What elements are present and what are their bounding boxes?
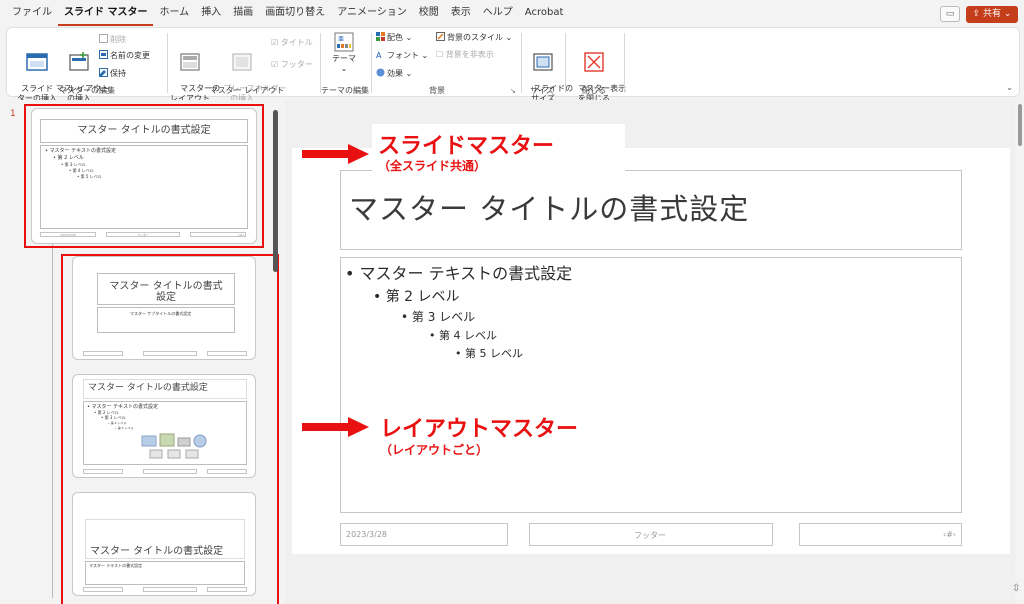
hide-bg-label: 背景を非表示 [445, 50, 494, 59]
body-level-5[interactable]: • 第 5 レベル [455, 345, 523, 361]
checkbox-icon: ☑ [271, 60, 279, 69]
group-label-close: 閉じる [582, 86, 606, 95]
footer-checkbox[interactable]: ☑ フッター [271, 60, 313, 70]
share-icon: ⇪ [972, 9, 981, 19]
menu-help[interactable]: ヘルプ [477, 0, 519, 26]
chevron-down-icon: ⌄ [340, 64, 348, 73]
group-label-background: 背景 [429, 86, 445, 95]
share-label: 共有 [982, 9, 1001, 19]
group-label-edit-master: マスターの編集 [59, 86, 115, 95]
delete-label: 削除 [110, 35, 126, 44]
layout-master-callout: レイアウトマスター [380, 417, 579, 442]
rename-icon [99, 50, 108, 59]
hide-bg-checkbox[interactable]: ☐ 背景を非表示 [436, 50, 494, 60]
menu-transitions[interactable]: 画面切り替え [259, 0, 331, 26]
slide-size-icon [533, 53, 553, 71]
menu-home[interactable]: ホーム [153, 0, 195, 26]
themes-button[interactable]: 亜 テーマ ⌄ [325, 32, 363, 74]
colors-icon [376, 32, 385, 41]
body-level-1[interactable]: • マスター テキストの書式設定 [345, 260, 572, 284]
footer-center-text: フッター [634, 531, 666, 540]
editor-scrollbar[interactable] [1018, 104, 1022, 146]
footer-date-text: 2023/3/28 [346, 530, 388, 539]
bg-styles-label: 背景のスタイル [447, 33, 503, 42]
master-title-text[interactable]: マスター タイトルの書式設定 [349, 186, 749, 228]
menu-insert[interactable]: 挿入 [195, 0, 227, 26]
ribbon: スライド マス ターの挿入 レイアウト の挿入 削除 名前の変更 保持 マスター… [6, 27, 1020, 103]
slide-number-placeholder[interactable] [799, 523, 962, 546]
share-button[interactable]: ⇪ 共有 ⌄ [966, 6, 1018, 23]
themes-label: テーマ [332, 54, 356, 63]
thumbnail-scrollbar[interactable] [273, 110, 278, 272]
menu-view[interactable]: 表示 [445, 0, 477, 26]
layout-highlight-frame [61, 254, 279, 604]
fonts-icon: A [376, 51, 382, 59]
footer-check-label: フッター [280, 60, 313, 69]
tree-connector [52, 242, 53, 598]
preserve-label: 保持 [110, 69, 126, 78]
menu-review[interactable]: 校閲 [413, 0, 445, 26]
body-level-2[interactable]: • 第 2 レベル [373, 286, 460, 306]
body-level-3[interactable]: • 第 3 レベル [401, 308, 475, 325]
delete-button[interactable]: 削除 [99, 34, 126, 45]
group-label-master-layout: マスター レイアウト [209, 86, 285, 95]
layout-icon [69, 52, 89, 71]
colors-button[interactable]: 配色 ⌄ [376, 32, 412, 43]
checkbox-icon: ☐ [436, 50, 444, 59]
close-master-icon [584, 52, 604, 72]
rename-button[interactable]: 名前の変更 [99, 50, 150, 61]
menu-file[interactable]: ファイル [6, 0, 58, 26]
ribbon-separator [167, 33, 168, 93]
fit-slide-icon[interactable]: ⇳ [1012, 583, 1020, 594]
comment-icon: ▭ [945, 9, 955, 19]
themes-icon: 亜 [334, 32, 354, 52]
placeholder-icon [232, 53, 252, 71]
rename-label: 名前の変更 [110, 51, 150, 60]
bg-styles-button[interactable]: 背景のスタイル ⌄ [436, 32, 512, 43]
footer-number-text: ‹#› [943, 530, 957, 539]
checkbox-icon: ☑ [271, 38, 279, 47]
effects-icon [376, 68, 385, 77]
title-checkbox[interactable]: ☑ タイトル [271, 38, 313, 48]
effects-label: 効果 [387, 69, 403, 78]
fonts-button[interactable]: A フォント ⌄ [376, 50, 428, 61]
ribbon-separator [320, 33, 321, 93]
editor-scrollbar-track [1016, 100, 1024, 604]
slide-master-callout-sub: （全スライド共通） [378, 159, 487, 173]
ribbon-separator [521, 33, 522, 93]
master-layout-icon [180, 53, 200, 71]
slide-master-icon [26, 53, 48, 71]
layout-master-callout-sub: （レイアウトごと） [380, 443, 489, 457]
colors-label: 配色 [387, 33, 403, 42]
preserve-button[interactable]: 保持 [99, 68, 126, 79]
chevron-down-icon: ⌄ [1003, 9, 1012, 19]
menu-acrobat[interactable]: Acrobat [519, 0, 570, 26]
group-label-size: サイズ [530, 86, 554, 95]
collapse-ribbon-icon[interactable]: ⌄ [1006, 83, 1013, 92]
effects-button[interactable]: 効果 ⌄ [376, 68, 412, 79]
ribbon-separator [371, 33, 372, 93]
ribbon-separator [565, 33, 566, 93]
preserve-icon [99, 68, 108, 77]
menu-draw[interactable]: 描画 [227, 0, 259, 26]
delete-icon [99, 34, 108, 43]
fonts-label: フォント [387, 51, 419, 60]
arrow-right-icon [302, 417, 369, 437]
arrow-right-icon [302, 144, 369, 164]
comment-button[interactable]: ▭ [940, 6, 960, 22]
svg-text:亜: 亜 [338, 36, 344, 43]
title-check-label: タイトル [280, 38, 313, 47]
bg-style-icon [436, 32, 445, 41]
menu-slide-master[interactable]: スライド マスター [58, 0, 154, 26]
group-label-edit-theme: テーマの編集 [321, 86, 369, 95]
slide-number: 1 [10, 109, 16, 119]
body-level-4[interactable]: • 第 4 レベル [429, 327, 497, 343]
menu-animations[interactable]: アニメーション [331, 0, 413, 26]
dialog-launcher-icon[interactable]: ↘ [510, 86, 516, 96]
svg-text:A: A [376, 51, 382, 59]
slide-master-callout: スライドマスター [378, 134, 555, 159]
ribbon-separator [624, 33, 625, 93]
master-highlight-frame [24, 104, 264, 248]
menu-bar: ファイル スライド マスター ホーム 挿入 描画 画面切り替え アニメーション … [0, 0, 1024, 26]
